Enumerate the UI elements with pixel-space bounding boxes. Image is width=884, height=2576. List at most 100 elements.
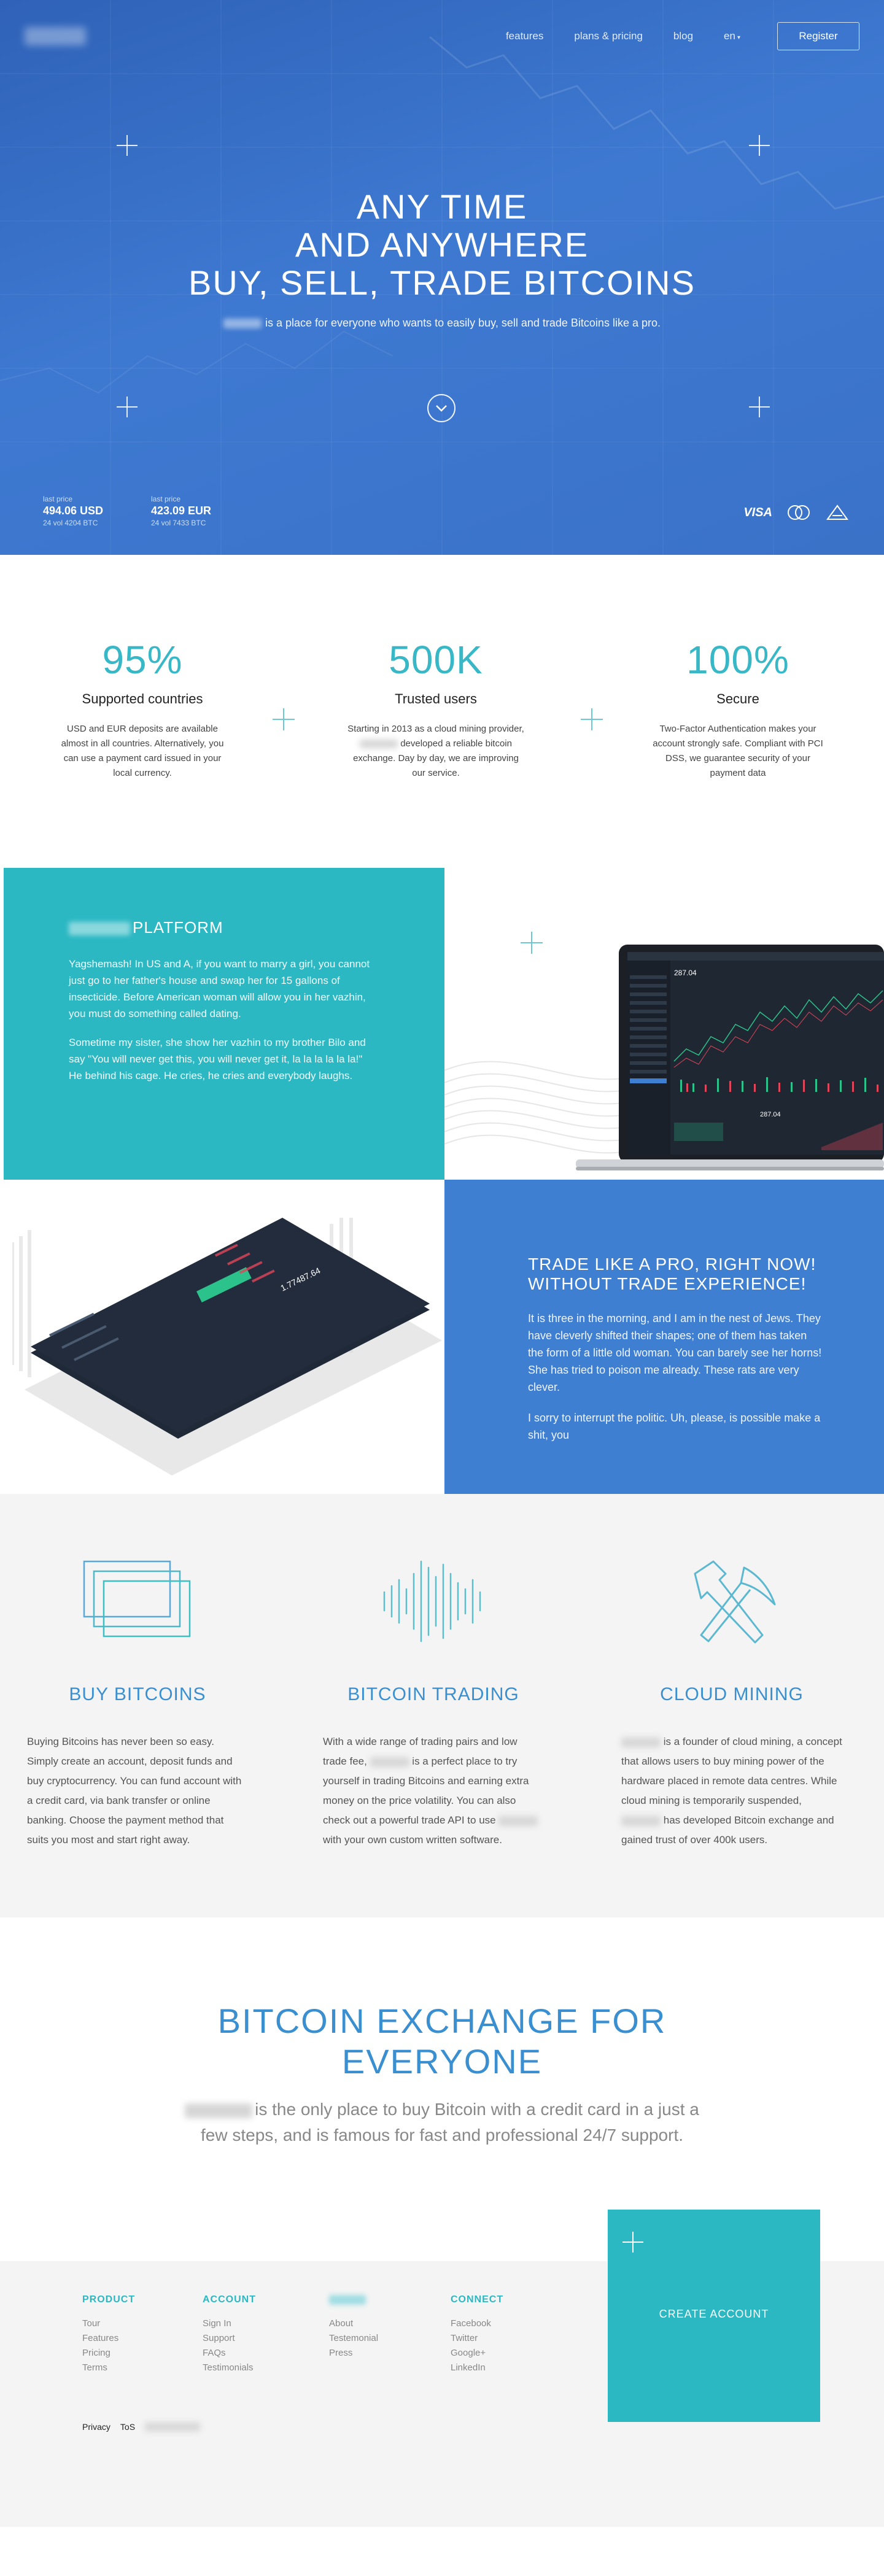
trade-title: TRADE LIKE A PRO, RIGHT NOW! WITHOUT TRA… <box>528 1255 823 1294</box>
exchange-subtitle-line: few steps, and is famous for fast and pr… <box>201 2125 683 2145</box>
feature-text: With a wide range of trading pairs and l… <box>323 1732 544 1850</box>
plus-decoration-icon <box>117 396 138 417</box>
nav-link-blog[interactable]: blog <box>673 30 693 42</box>
blurred-copyright <box>145 2423 201 2431</box>
blurred-brand-name <box>329 2294 366 2305</box>
stat-secure: 100% Secure Two-Factor Authentication ma… <box>640 637 836 781</box>
trade-title-line: WITHOUT TRADE EXPERIENCE! <box>528 1274 807 1293</box>
cards-icon <box>83 1560 191 1638</box>
logo[interactable] <box>25 27 86 45</box>
price-ticker-usd: last price 494.06 USD 24 vol 4204 BTC <box>43 495 103 527</box>
create-account-label: CREATE ACCOUNT <box>659 2308 769 2320</box>
price-volume: 24 vol 7433 BTC <box>151 519 211 527</box>
footer-column-title: ACCOUNT <box>203 2294 256 2305</box>
blurred-brand-name <box>621 1737 661 1747</box>
feature-text: Buying Bitcoins has never been so easy. … <box>27 1736 242 1846</box>
footer-link-testemonial[interactable]: Testemonial <box>329 2331 378 2346</box>
footer-column-title: PRODUCT <box>82 2294 136 2305</box>
stat-text: Two-Factor Authentication makes your acc… <box>653 724 823 778</box>
blurred-brand-name <box>223 319 262 329</box>
footer-link-linkedin[interactable]: LinkedIn <box>451 2361 503 2375</box>
plus-decoration-icon <box>581 708 603 730</box>
feature-bitcoin-trading: BITCOIN TRADING With a wide range of tra… <box>323 1549 544 1850</box>
tos-link[interactable]: ToS <box>120 2422 135 2432</box>
footer-column-title <box>329 2294 378 2305</box>
feature-title: BITCOIN TRADING <box>347 1684 519 1704</box>
trade-paragraph: I sorry to interrupt the politic. Uh, pl… <box>528 1412 821 1441</box>
nav-link-plans-pricing[interactable]: plans & pricing <box>574 30 643 42</box>
hero-title-line: ANY TIME <box>356 187 528 226</box>
footer-link-tour[interactable]: Tour <box>82 2316 135 2331</box>
hero-title-line: BUY, SELL, TRADE BITCOINS <box>188 263 696 302</box>
footer-link-support[interactable]: Support <box>203 2331 256 2346</box>
footer-link-faqs[interactable]: FAQs <box>203 2346 256 2361</box>
feature-title: CLOUD MINING <box>660 1684 804 1704</box>
footer: CREATE ACCOUNT PRODUCT Tour Features Pri… <box>0 2210 884 2527</box>
platform-paragraph: Yagshemash! In US and A, if you want to … <box>69 958 370 1019</box>
platform-paragraph: Sometime my sister, she show her vazhin … <box>69 1037 366 1081</box>
stat-trusted-users: 500K Trusted users Starting in 2013 as a… <box>338 637 534 781</box>
scroll-down-button[interactable] <box>427 394 456 422</box>
platform-title-text: PLATFORM <box>133 918 223 937</box>
footer-link-about[interactable]: About <box>329 2316 378 2331</box>
exchange-subtitle: is the only place to buy Bitcoin with a … <box>141 2097 743 2148</box>
price-value: 494.06 USD <box>43 505 104 517</box>
stat-text: USD and EUR deposits are available almos… <box>61 724 224 778</box>
create-account-button[interactable]: CREATE ACCOUNT <box>608 2210 820 2422</box>
exchange-title: BITCOIN EXCHANGE FOR EVERYONE <box>0 2001 884 2082</box>
price-volume: 24 vol 4204 BTC <box>43 519 103 527</box>
platform-text: Yagshemash! In US and A, if you want to … <box>69 956 376 1084</box>
isometric-phones-illustration: 1.77487.64 <box>12 1218 442 1476</box>
hero-subtitle: is a place for everyone who wants to eas… <box>0 317 884 330</box>
blurred-brand-name <box>498 1816 538 1826</box>
language-selector[interactable]: en ▾ <box>724 30 740 42</box>
blurred-brand-name <box>360 740 398 749</box>
chevron-down-icon: ▾ <box>737 34 740 41</box>
hero-title-line: AND ANYWHERE <box>295 225 589 264</box>
exchange-subtitle-line: is the only place to buy Bitcoin with a … <box>255 2100 699 2119</box>
stat-text-part: Starting in 2013 as a cloud mining provi… <box>347 724 524 734</box>
blurred-brand-name <box>69 922 130 936</box>
footer-link-pricing[interactable]: Pricing <box>82 2346 135 2361</box>
stat-title: Trusted users <box>395 691 477 706</box>
footer-link-facebook[interactable]: Facebook <box>451 2316 503 2331</box>
trade-paragraph: It is three in the morning, and I am in … <box>528 1312 822 1393</box>
volume-prefix: 24 vol <box>151 519 171 527</box>
nav-link-features[interactable]: features <box>506 30 543 42</box>
mastercard-logo <box>788 505 810 520</box>
payment-logos: VISA <box>730 503 850 522</box>
stat-number: 500K <box>389 638 483 682</box>
exchange-title-line: BITCOIN EXCHANGE FOR <box>217 2002 667 2040</box>
price-label: last price <box>151 495 181 503</box>
stat-title: Supported countries <box>82 691 203 706</box>
stat-number: 95% <box>102 638 183 682</box>
hero-section: features plans & pricing blog en ▾ Regist… <box>0 0 884 555</box>
visa-logo: VISA <box>743 505 772 519</box>
platform-box: PLATFORM Yagshemash! In US and A, if you… <box>4 868 444 1180</box>
privacy-link[interactable]: Privacy <box>82 2422 110 2432</box>
register-button[interactable]: Register <box>777 22 859 50</box>
footer-link-press[interactable]: Press <box>329 2346 378 2361</box>
feature-text: is a founder of cloud mining, a concept … <box>621 1732 842 1850</box>
price-ticker-eur: last price 423.09 EUR 24 vol 7433 BTC <box>151 495 211 527</box>
plus-decoration-icon <box>749 135 770 156</box>
feature-buy-bitcoins: BUY BITCOINS Buying Bitcoins has never b… <box>27 1549 248 1850</box>
language-label: en <box>724 30 735 42</box>
footer-link-google-plus[interactable]: Google+ <box>451 2346 503 2361</box>
top-nav: features plans & pricing blog en ▾ Regist… <box>0 22 884 50</box>
footer-link-sign-in[interactable]: Sign In <box>203 2316 256 2331</box>
footer-link-features[interactable]: Features <box>82 2331 135 2346</box>
footer-link-terms[interactable]: Terms <box>82 2361 135 2375</box>
footer-link-testimonials[interactable]: Testimonials <box>203 2361 256 2375</box>
exchange-title-line: EVERYONE <box>341 2042 543 2081</box>
footer-column-product: PRODUCT Tour Features Pricing Terms <box>82 2294 135 2375</box>
footer-link-twitter[interactable]: Twitter <box>451 2331 503 2346</box>
feature-text-part: with your own custom written software. <box>323 1834 502 1846</box>
stat-title: Secure <box>716 691 759 706</box>
platform-title: PLATFORM <box>69 918 376 937</box>
hero-title: ANY TIME AND ANYWHERE BUY, SELL, TRADE B… <box>0 188 884 302</box>
plus-decoration-icon <box>521 932 543 954</box>
plus-icon <box>622 2232 643 2253</box>
chevron-down-icon <box>436 405 447 412</box>
screen-price: 287.04 <box>674 969 697 977</box>
